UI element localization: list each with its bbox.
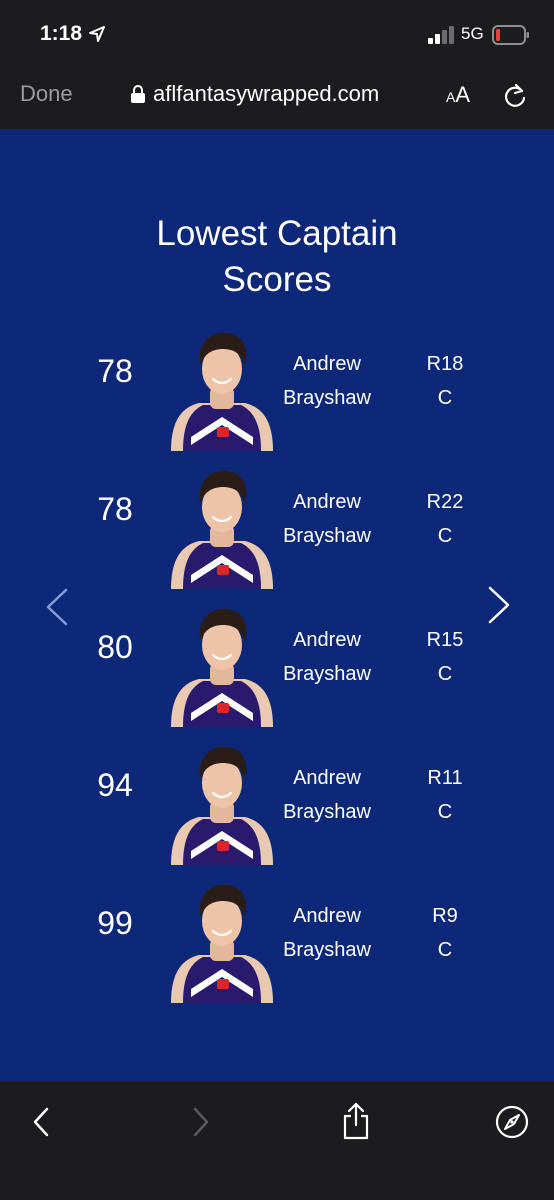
captain-score: 78	[97, 353, 133, 389]
player-name: Andrew Brayshaw	[272, 623, 382, 691]
round-info: R9 C	[415, 899, 475, 967]
role-label: C	[437, 663, 453, 685]
round-label: R15	[426, 629, 464, 651]
address-bar[interactable]: aflfantasywrapped.com	[130, 80, 379, 108]
player-last-name: Brayshaw	[283, 801, 371, 823]
player-name: Andrew Brayshaw	[272, 761, 382, 829]
player-last-name: Brayshaw	[283, 663, 371, 685]
round-label: R18	[426, 353, 464, 375]
browser-top-chrome: 1:18 5G Done aflfantasywrapped.com AA	[0, 0, 554, 129]
text-size-small: A	[446, 89, 456, 105]
location-arrow-icon	[89, 26, 105, 42]
page-title: Lowest Captain Scores	[0, 211, 554, 303]
status-time: 1:18	[40, 22, 83, 45]
player-photo	[171, 884, 273, 1003]
player-last-name: Brayshaw	[283, 525, 371, 547]
browser-nav-bar: Done aflfantasywrapped.com AA	[0, 70, 554, 129]
page-title-line-1: Lowest Captain	[156, 214, 398, 253]
page-title-line-2: Scores	[222, 260, 332, 299]
round-label: R9	[432, 905, 458, 927]
player-photo	[171, 746, 273, 865]
player-name: Andrew Brayshaw	[272, 485, 382, 553]
player-last-name: Brayshaw	[283, 939, 371, 961]
role-label: C	[437, 387, 453, 409]
player-last-name: Brayshaw	[283, 387, 371, 409]
url-text: aflfantasywrapped.com	[153, 81, 380, 106]
round-info: R18 C	[415, 347, 475, 415]
captain-score: 99	[97, 905, 133, 941]
player-first-name: Andrew	[293, 491, 361, 513]
captain-score: 94	[97, 767, 133, 803]
back-icon[interactable]	[30, 1106, 52, 1138]
text-size-large: A	[455, 82, 471, 107]
player-first-name: Andrew	[293, 905, 361, 927]
player-name: Andrew Brayshaw	[272, 347, 382, 415]
player-photo	[171, 608, 273, 727]
cellular-signal-icon	[428, 26, 454, 44]
player-first-name: Andrew	[293, 767, 361, 789]
player-photo	[171, 470, 273, 589]
done-button[interactable]: Done	[20, 81, 73, 107]
list-item: 99 Andrew Brayshaw R9 C	[0, 879, 554, 1003]
player-name: Andrew Brayshaw	[272, 899, 382, 967]
reload-icon[interactable]	[503, 83, 527, 109]
network-type: 5G	[461, 24, 484, 43]
role-label: C	[437, 801, 453, 823]
compass-icon[interactable]	[495, 1105, 529, 1139]
lock-icon	[131, 85, 145, 103]
list-item: 78 Andrew Brayshaw R18 C	[0, 327, 554, 451]
player-first-name: Andrew	[293, 353, 361, 375]
player-first-name: Andrew	[293, 629, 361, 651]
browser-toolbar	[0, 1081, 554, 1200]
captain-score: 80	[97, 629, 133, 665]
share-icon[interactable]	[340, 1101, 372, 1141]
round-info: R15 C	[415, 623, 475, 691]
player-photo	[171, 332, 273, 451]
round-info: R22 C	[415, 485, 475, 553]
forward-icon[interactable]	[190, 1106, 212, 1138]
list-item: 78 Andrew Brayshaw R22 C	[0, 465, 554, 589]
role-label: C	[437, 939, 453, 961]
text-size-button[interactable]: AA	[446, 82, 470, 108]
status-bar: 1:18 5G	[0, 0, 554, 70]
round-label: R11	[427, 767, 463, 789]
round-info: R11 C	[415, 761, 475, 829]
list-item: 94 Andrew Brayshaw R11 C	[0, 741, 554, 865]
role-label: C	[437, 525, 453, 547]
battery-low-icon	[492, 25, 529, 45]
list-item: 80 Andrew Brayshaw R15 C	[0, 603, 554, 727]
round-label: R22	[426, 491, 464, 513]
captain-score: 78	[97, 491, 133, 527]
